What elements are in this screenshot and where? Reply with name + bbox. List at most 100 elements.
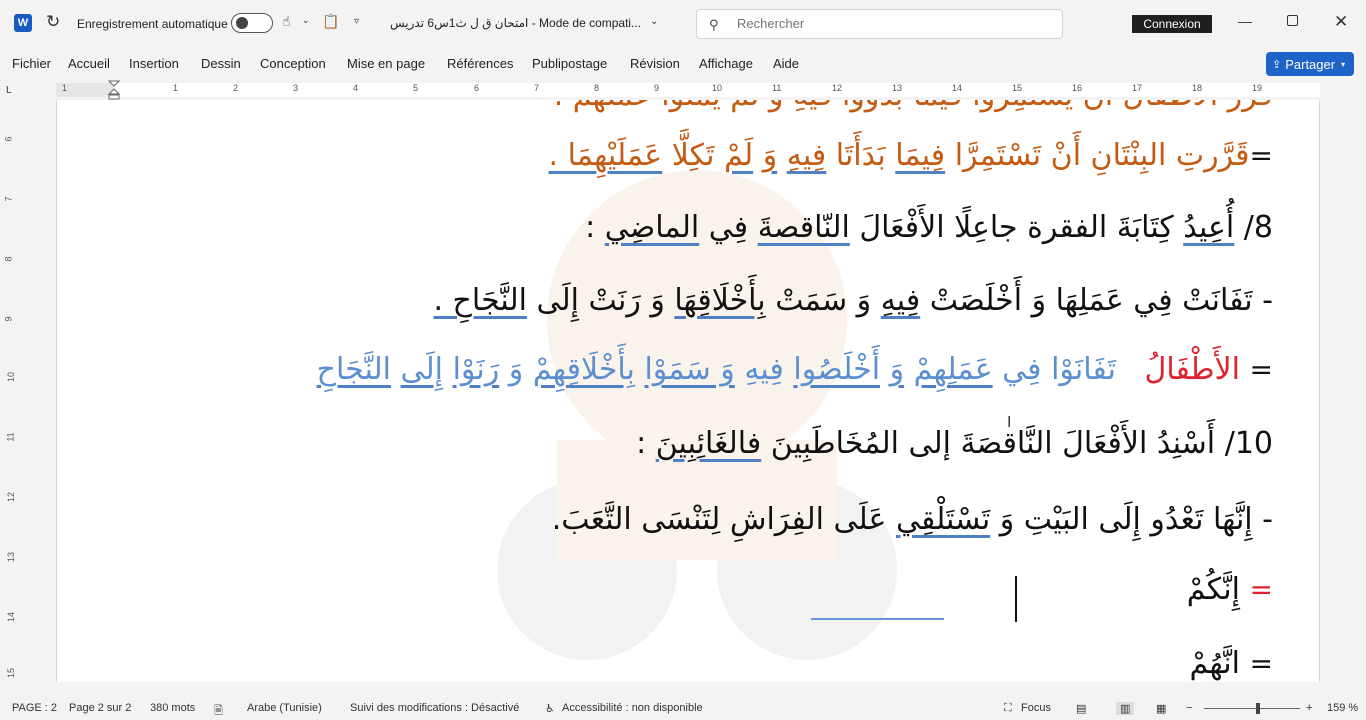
autosave-refresh-icon[interactable]: ↻ xyxy=(46,12,60,32)
question-number: 8/ xyxy=(1243,210,1273,245)
word-app-icon: W xyxy=(14,14,32,32)
ruler-tick: 9 xyxy=(654,83,660,93)
ruler-tick: 3 xyxy=(293,83,299,93)
doc-answer-line-1: =قَرَّرتِ البِنْتَانِ أَنْ تَسْتَمِرَّا … xyxy=(549,138,1273,173)
menu-revision[interactable]: Révision xyxy=(630,56,680,71)
menu-references[interactable]: Références xyxy=(447,56,513,71)
share-label: Partager xyxy=(1285,56,1336,72)
zoom-in-button[interactable]: + xyxy=(1306,702,1312,714)
status-track-changes[interactable]: Suivi des modifications : Désactivé xyxy=(350,702,519,714)
ruler-tick: 19 xyxy=(1252,83,1263,93)
question-number: 10/ xyxy=(1224,426,1273,461)
vruler-tick: 15 xyxy=(6,667,17,679)
proofing-icon[interactable]: 🗎 xyxy=(214,702,223,720)
status-language[interactable]: Arabe (Tunisie) xyxy=(247,702,322,714)
share-button[interactable]: ⇪ Partager ▾ xyxy=(1266,52,1354,76)
read-mode-icon[interactable]: ▤ xyxy=(1076,702,1086,715)
print-layout-icon[interactable]: ▥ xyxy=(1116,702,1135,715)
text: تَفَانَوْا xyxy=(1051,352,1116,387)
vertical-ruler[interactable]: 6 7 8 9 10 11 12 13 14 15 xyxy=(4,104,18,680)
maximize-icon[interactable] xyxy=(1287,15,1298,26)
text: وَ xyxy=(508,352,524,387)
web-layout-icon[interactable]: ▦ xyxy=(1156,702,1166,715)
focus-button[interactable]: Focus xyxy=(1021,702,1051,714)
text: فِي xyxy=(708,210,749,245)
cut-line-text: قرَّرَ الأطفالُ أنْ يَستمِرّوا فيما بدؤو… xyxy=(554,100,1273,113)
text-cursor xyxy=(1015,576,1017,622)
zoom-out-button[interactable]: − xyxy=(1186,702,1192,714)
ruler-tick: 6 xyxy=(474,83,480,93)
text: عَمَلَيْهِمَا . xyxy=(548,138,663,173)
answer-1: = الأَطْفَالُ تَفَانَوْا فِي عَمَلِهِمْ … xyxy=(317,352,1273,387)
text: كِتَابَةَ الفقرة جاعِلًا الأَفْعَالَ xyxy=(859,210,1174,245)
zoom-slider[interactable] xyxy=(1204,708,1300,709)
ruler-tick: 13 xyxy=(892,83,903,93)
text: تَسْتَمِرَّا xyxy=(954,138,1042,173)
indent-marker-icon[interactable] xyxy=(108,80,120,100)
autosave-label: Enregistrement automatique xyxy=(77,17,228,31)
menu-aide[interactable]: Aide xyxy=(773,56,799,71)
touch-mode-icon[interactable]: ☝ xyxy=(282,13,291,30)
search-input[interactable] xyxy=(737,16,1037,31)
text: رَنَوْا xyxy=(452,352,500,387)
status-page[interactable]: PAGE : 2 xyxy=(12,702,57,714)
chevron-down-icon[interactable]: ⌄ xyxy=(302,15,310,26)
menu-accueil[interactable]: Accueil xyxy=(68,56,110,71)
text: الماضِي xyxy=(604,210,700,245)
text: فِيهِ xyxy=(786,138,827,173)
close-icon[interactable]: ✕ xyxy=(1334,12,1348,32)
menu-affichage[interactable]: Affichage xyxy=(699,56,753,71)
clipboard-icon[interactable]: 📋 xyxy=(322,13,339,30)
tab-selector-icon[interactable]: L xyxy=(6,85,12,96)
customize-toolbar-icon[interactable]: ▿ xyxy=(354,16,359,27)
menu-mise-en-page[interactable]: Mise en page xyxy=(347,56,425,71)
horizontal-ruler[interactable]: 1 1 2 3 4 5 6 7 8 9 10 11 12 13 14 15 16… xyxy=(56,83,1320,97)
title-chevron-down-icon[interactable]: ⌄ xyxy=(650,16,658,27)
status-accessibility[interactable]: Accessibilité : non disponible xyxy=(562,702,703,714)
vruler-tick: 6 xyxy=(3,136,14,142)
text: بِأَخْلَاقِهِمْ xyxy=(532,352,635,387)
connexion-button[interactable]: Connexion xyxy=(1132,15,1212,33)
ruler-tick: 8 xyxy=(594,83,600,93)
text: فِيهِ xyxy=(880,283,921,318)
search-icon: ⚲ xyxy=(709,17,719,32)
status-page-of[interactable]: Page 2 sur 2 xyxy=(69,702,131,714)
zoom-level[interactable]: 159 % xyxy=(1327,702,1358,714)
search-box[interactable]: ⚲ xyxy=(696,9,1063,39)
menu-fichier[interactable]: Fichier xyxy=(12,56,51,71)
text: : xyxy=(585,210,596,245)
vruler-tick: 8 xyxy=(3,256,14,262)
share-icon: ⇪ xyxy=(1272,58,1282,71)
menu-publipostage[interactable]: Publipostage xyxy=(532,56,607,71)
question-8: 8/ أُعِيدُ كِتَابَةَ الفقرة جاعِلًا الأَ… xyxy=(585,210,1273,245)
text: بِأَخْلَاقِهَا xyxy=(674,283,766,318)
text: وَ xyxy=(762,138,778,173)
text: وَ سَمَتْ xyxy=(775,283,872,318)
document-title[interactable]: امتحان ق ل ث1س6 تدريس - Mode de compati.… xyxy=(390,16,641,30)
text: النَّجَاحِ xyxy=(316,352,391,387)
equals-sign: = xyxy=(1249,647,1273,680)
focus-icon: ⛶ xyxy=(1004,702,1012,714)
title-bar: W ↻ Enregistrement automatique ☝ ⌄ 📋 ▿ ا… xyxy=(0,0,1366,48)
status-word-count[interactable]: 380 mots xyxy=(150,702,195,714)
menu-dessin[interactable]: Dessin xyxy=(201,56,241,71)
sentence-2: - إِنَّهَا تَعْدُو إِلَى البَيْتِ وَ تَس… xyxy=(552,502,1273,537)
menu-bar: Fichier Accueil Insertion Dessin Concept… xyxy=(0,50,1366,78)
text: وَ سَمَوْا xyxy=(644,352,735,387)
text: فِيمَا xyxy=(895,138,946,173)
vruler-tick: 13 xyxy=(6,551,17,563)
text: تَكِلَّا xyxy=(671,138,715,173)
ruler-tick: 1 xyxy=(62,83,68,93)
menu-insertion[interactable]: Insertion xyxy=(129,56,179,71)
ruler-tick: 5 xyxy=(413,83,419,93)
autosave-toggle[interactable] xyxy=(231,13,273,33)
ruler-tick: 2 xyxy=(233,83,239,93)
document-page[interactable]: قرَّرَ الأطفالُ أنْ يَستمِرّوا فيما بدؤو… xyxy=(56,100,1320,682)
ruler-tick: 17 xyxy=(1132,83,1143,93)
text: : xyxy=(636,426,647,461)
menu-conception[interactable]: Conception xyxy=(260,56,326,71)
ruler-tick: 18 xyxy=(1192,83,1203,93)
ruler-tick: 14 xyxy=(952,83,963,93)
minimize-icon[interactable]: — xyxy=(1238,13,1252,29)
zoom-slider-thumb[interactable] xyxy=(1256,703,1260,714)
